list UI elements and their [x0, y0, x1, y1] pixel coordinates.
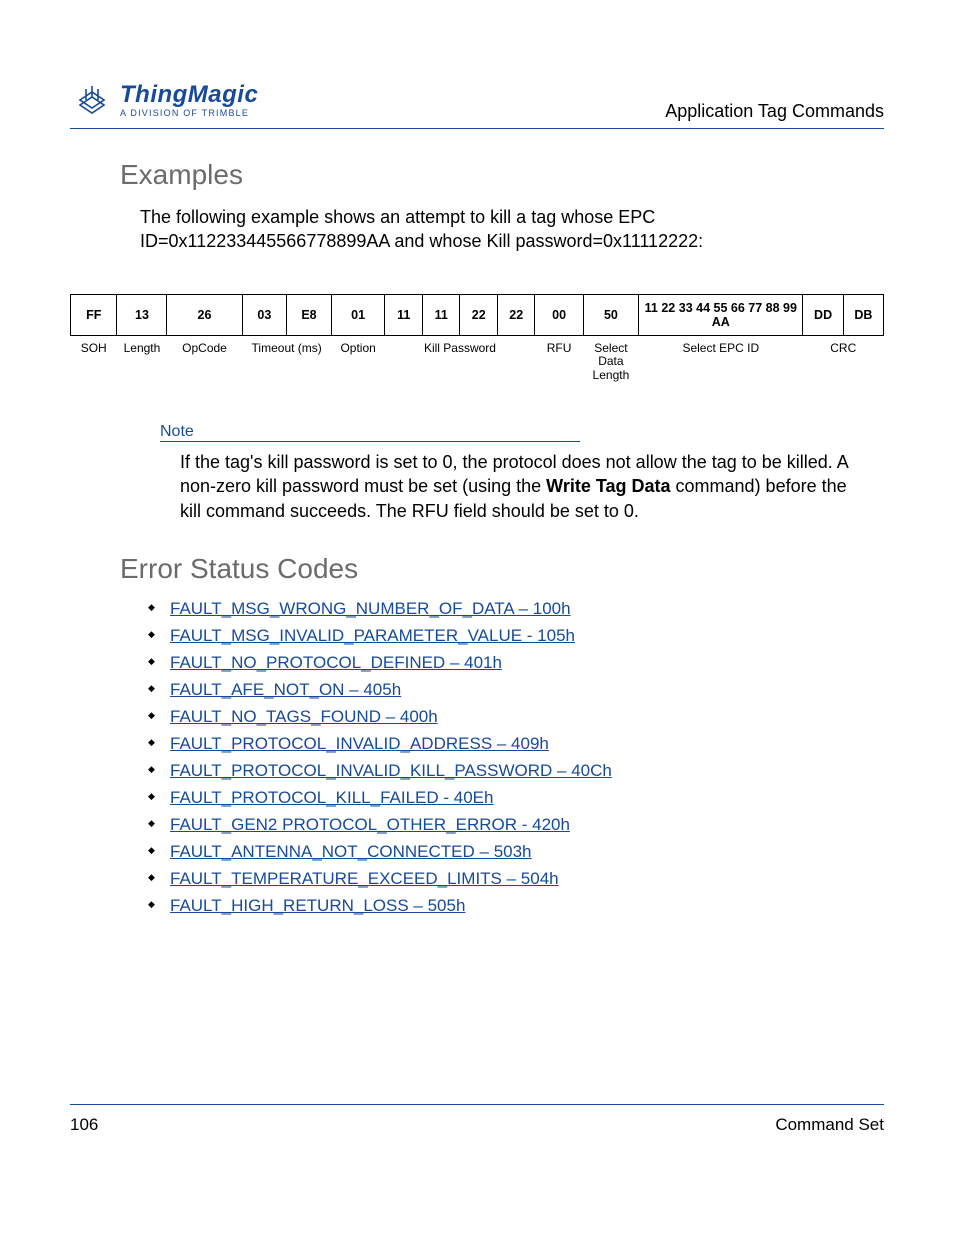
logo-text-sub: A DIVISION OF TRIMBLE: [120, 109, 258, 118]
error-link[interactable]: FAULT_NO_TAGS_FOUND – 400h: [170, 707, 438, 726]
error-link[interactable]: FAULT_NO_PROTOCOL_DEFINED – 401h: [170, 653, 502, 672]
list-item: FAULT_NO_PROTOCOL_DEFINED – 401h: [148, 653, 884, 673]
byte-cell: 26: [167, 294, 242, 335]
examples-heading: Examples: [120, 159, 884, 191]
label-cell: Kill Password: [385, 335, 535, 389]
error-link[interactable]: FAULT_PROTOCOL_KILL_FAILED - 40Eh: [170, 788, 493, 807]
error-link[interactable]: FAULT_PROTOCOL_INVALID_KILL_PASSWORD – 4…: [170, 761, 612, 780]
footer-divider: [70, 1104, 884, 1105]
list-item: FAULT_PROTOCOL_KILL_FAILED - 40Eh: [148, 788, 884, 808]
note-block: Note If the tag's kill password is set t…: [160, 423, 884, 523]
error-link[interactable]: FAULT_ANTENNA_NOT_CONNECTED – 503h: [170, 842, 532, 861]
byte-cell: FF: [71, 294, 117, 335]
label-cell: Length: [117, 335, 167, 389]
page-header: ThingMagic A DIVISION OF TRIMBLE Applica…: [70, 78, 884, 122]
list-item: FAULT_AFE_NOT_ON – 405h: [148, 680, 884, 700]
error-link[interactable]: FAULT_PROTOCOL_INVALID_ADDRESS – 409h: [170, 734, 549, 753]
list-item: FAULT_PROTOCOL_INVALID_KILL_PASSWORD – 4…: [148, 761, 884, 781]
label-cell: Timeout (ms): [242, 335, 331, 389]
examples-intro: The following example shows an attempt t…: [140, 205, 884, 254]
label-cell: RFU: [535, 335, 583, 389]
logo: ThingMagic A DIVISION OF TRIMBLE: [70, 78, 258, 122]
page-footer: 106 Command Set: [70, 1104, 884, 1135]
note-label: Note: [160, 423, 580, 442]
byte-cell: E8: [287, 294, 332, 335]
error-link[interactable]: FAULT_MSG_WRONG_NUMBER_OF_DATA – 100h: [170, 599, 571, 618]
logo-icon: [70, 78, 114, 122]
list-item: FAULT_TEMPERATURE_EXCEED_LIMITS – 504h: [148, 869, 884, 889]
label-cell: Select EPC ID: [639, 335, 803, 389]
byte-cell: 13: [117, 294, 167, 335]
error-link[interactable]: FAULT_HIGH_RETURN_LOSS – 505h: [170, 896, 465, 915]
page-number: 106: [70, 1115, 98, 1135]
byte-table: FF 13 26 03 E8 01 11 11 22 22 00 50 11 2…: [70, 294, 884, 389]
error-link[interactable]: FAULT_TEMPERATURE_EXCEED_LIMITS – 504h: [170, 869, 559, 888]
list-item: FAULT_GEN2 PROTOCOL_OTHER_ERROR - 420h: [148, 815, 884, 835]
byte-row: FF 13 26 03 E8 01 11 11 22 22 00 50 11 2…: [71, 294, 884, 335]
byte-cell: 22: [497, 294, 535, 335]
error-heading: Error Status Codes: [120, 553, 884, 585]
header-divider: [70, 128, 884, 129]
label-cell: OpCode: [167, 335, 242, 389]
error-link[interactable]: FAULT_AFE_NOT_ON – 405h: [170, 680, 401, 699]
byte-cell: 50: [583, 294, 638, 335]
byte-cell: 11: [422, 294, 460, 335]
note-body-bold: Write Tag Data: [546, 476, 670, 496]
error-link[interactable]: FAULT_MSG_INVALID_PARAMETER_VALUE - 105h: [170, 626, 575, 645]
list-item: FAULT_MSG_INVALID_PARAMETER_VALUE - 105h: [148, 626, 884, 646]
byte-cell: 00: [535, 294, 583, 335]
byte-cell: 11 22 33 44 55 66 77 88 99 AA: [639, 294, 803, 335]
list-item: FAULT_HIGH_RETURN_LOSS – 505h: [148, 896, 884, 916]
logo-text-main: ThingMagic: [120, 83, 258, 107]
list-item: FAULT_NO_TAGS_FOUND – 400h: [148, 707, 884, 727]
byte-cell: 03: [242, 294, 287, 335]
note-body: If the tag's kill password is set to 0, …: [180, 450, 860, 523]
label-cell: Option: [331, 335, 385, 389]
label-cell: Select Data Length: [583, 335, 638, 389]
error-link[interactable]: FAULT_GEN2 PROTOCOL_OTHER_ERROR - 420h: [170, 815, 570, 834]
list-item: FAULT_ANTENNA_NOT_CONNECTED – 503h: [148, 842, 884, 862]
byte-cell: 22: [460, 294, 498, 335]
byte-cell: 11: [385, 294, 423, 335]
footer-label: Command Set: [775, 1115, 884, 1135]
label-row: SOH Length OpCode Timeout (ms) Option Ki…: [71, 335, 884, 389]
label-cell: CRC: [803, 335, 884, 389]
error-list: FAULT_MSG_WRONG_NUMBER_OF_DATA – 100h FA…: [148, 599, 884, 916]
label-cell: SOH: [71, 335, 117, 389]
byte-cell: 01: [331, 294, 385, 335]
list-item: FAULT_MSG_WRONG_NUMBER_OF_DATA – 100h: [148, 599, 884, 619]
byte-cell: DD: [803, 294, 843, 335]
list-item: FAULT_PROTOCOL_INVALID_ADDRESS – 409h: [148, 734, 884, 754]
section-title: Application Tag Commands: [665, 101, 884, 122]
byte-cell: DB: [843, 294, 883, 335]
